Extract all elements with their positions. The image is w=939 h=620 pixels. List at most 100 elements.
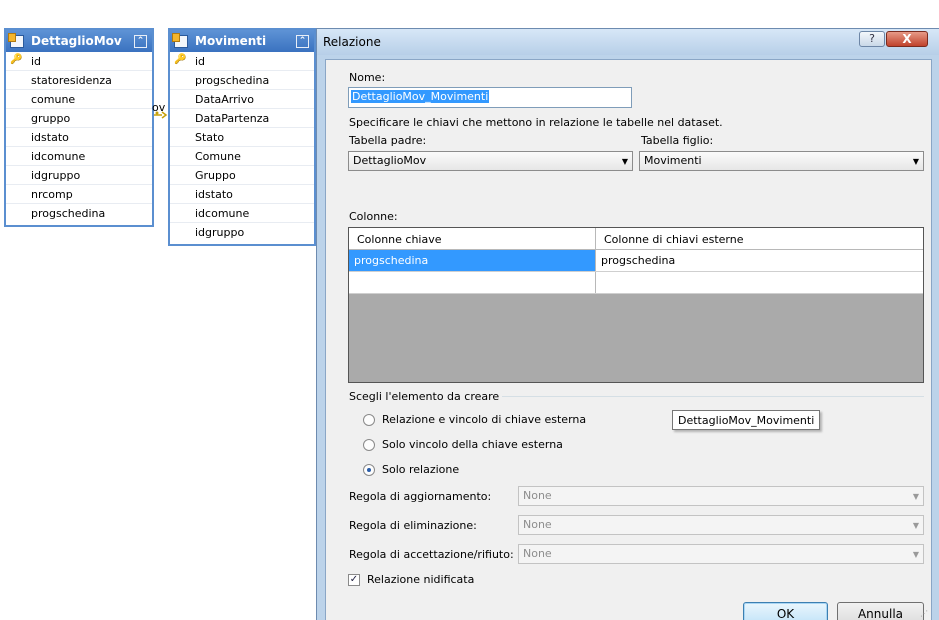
grid-header: Colonne chiave Colonne di chiavi esterne — [349, 228, 923, 250]
relation-key-icon[interactable] — [154, 111, 168, 120]
table-dettagliomov-header[interactable]: DettaglioMov ⌃ — [6, 30, 152, 52]
grid-row[interactable] — [349, 272, 923, 294]
option-constraint-only-label[interactable]: Solo vincolo della chiave esterna — [382, 438, 563, 451]
table-field-row[interactable]: nrcomp — [6, 185, 152, 204]
delete-rule-label: Regola di eliminazione: — [349, 519, 477, 532]
dialog-title: Relazione — [323, 35, 381, 49]
table-field-row[interactable]: Stato — [170, 128, 314, 147]
name-field-value: DettaglioMov_Movimenti — [351, 90, 490, 103]
name-field[interactable]: DettaglioMov_Movimenti — [348, 87, 632, 108]
option-constraint-only-radio[interactable] — [363, 439, 375, 451]
columns-grid[interactable]: Colonne chiave Colonne di chiavi esterne… — [348, 227, 924, 383]
field-name: id — [31, 54, 42, 68]
table-field-row[interactable]: progschedina — [6, 204, 152, 223]
child-table-label: Tabella figlio: — [641, 134, 714, 147]
table-field-row[interactable]: idcomune — [170, 204, 314, 223]
nested-relation-checkbox[interactable]: ✓ — [348, 574, 360, 586]
description-text: Specificare le chiavi che mettono in rel… — [349, 116, 723, 129]
relation-dialog: Relazione ? X Nome: DettaglioMov_Movimen… — [316, 28, 939, 620]
field-name: statoresidenza — [31, 73, 112, 87]
option-relation-and-constraint-label[interactable]: Relazione e vincolo di chiave esterna — [382, 413, 586, 426]
field-name: idgruppo — [195, 226, 245, 239]
field-name: idgruppo — [31, 168, 81, 182]
field-name: DataPartenza — [195, 111, 270, 125]
grid-row[interactable]: progschedina progschedina — [349, 250, 923, 272]
grid-header-foreign-columns: Colonne di chiavi esterne — [604, 233, 744, 246]
field-name: idcomune — [195, 206, 250, 220]
collapse-icon[interactable]: ⌃ — [296, 34, 309, 48]
option-relation-only-radio[interactable] — [363, 464, 375, 476]
table-dettagliomov[interactable]: DettaglioMov ⌃ 🔑 id statoresidenza comune gr… — [4, 28, 154, 227]
chevron-down-icon: ▼ — [912, 157, 919, 166]
table-field-row[interactable]: Gruppo — [170, 166, 314, 185]
table-field-row[interactable]: 🔑 id — [6, 52, 152, 71]
field-name: progschedina — [31, 207, 106, 220]
table-field-row[interactable]: statoresidenza — [6, 71, 152, 90]
nested-relation-label[interactable]: Relazione nidificata — [367, 573, 474, 586]
table-field-row[interactable]: comune — [6, 90, 152, 109]
close-button[interactable]: X — [886, 31, 928, 47]
table-field-row[interactable]: idstato — [170, 185, 314, 204]
option-relation-and-constraint-radio[interactable] — [363, 414, 375, 426]
table-movimenti[interactable]: Movimenti ⌃ 🔑 id progschedina DataArrivo Dat… — [168, 28, 316, 246]
field-name: id — [195, 54, 206, 68]
table-icon — [8, 32, 24, 48]
table-field-row[interactable]: Comune — [170, 147, 314, 166]
name-label: Nome: — [349, 71, 386, 84]
chevron-down-icon: ▼ — [912, 521, 919, 530]
table-icon — [172, 32, 188, 48]
parent-table-label: Tabella padre: — [349, 134, 427, 147]
grid-cell-key-column[interactable]: progschedina — [349, 250, 596, 271]
table-field-row[interactable]: progschedina — [170, 71, 314, 90]
field-name: comune — [31, 92, 76, 106]
delete-rule-select[interactable]: None ▼ — [518, 515, 924, 535]
accept-rule-select[interactable]: None ▼ — [518, 544, 924, 564]
grid-cell-key-column[interactable] — [349, 272, 596, 293]
parent-table-value: DettaglioMov — [353, 154, 427, 167]
accept-rule-value: None — [523, 547, 552, 560]
primary-key-icon: 🔑 — [174, 54, 187, 65]
table-field-row[interactable]: idgruppo — [170, 223, 314, 242]
field-name: idcomune — [31, 149, 86, 163]
grid-cell-foreign-column[interactable] — [596, 272, 923, 293]
dialog-titlebar[interactable]: Relazione ? X — [317, 29, 939, 55]
update-rule-value: None — [523, 489, 552, 502]
collapse-icon[interactable]: ⌃ — [134, 34, 147, 48]
field-name: idstato — [195, 187, 233, 201]
parent-table-select[interactable]: DettaglioMov ▼ — [348, 151, 633, 171]
field-name: idstato — [31, 130, 69, 144]
grid-header-key-columns: Colonne chiave — [349, 228, 596, 249]
create-group-label: Scegli l'elemento da creare — [349, 390, 500, 403]
group-divider — [502, 396, 924, 397]
help-button[interactable]: ? — [859, 31, 885, 47]
table-field-row[interactable]: gruppo — [6, 109, 152, 128]
option-relation-only-label[interactable]: Solo relazione — [382, 463, 459, 476]
update-rule-select[interactable]: None ▼ — [518, 486, 924, 506]
field-name: Comune — [195, 149, 241, 163]
table-field-list: 🔑 id statoresidenza comune gruppo idstato idco… — [6, 52, 152, 223]
field-name: nrcomp — [31, 187, 73, 201]
child-table-select[interactable]: Movimenti ▼ — [639, 151, 924, 171]
columns-label: Colonne: — [349, 210, 398, 223]
table-title: DettaglioMov — [31, 34, 122, 48]
table-field-row[interactable]: idgruppo — [6, 166, 152, 185]
table-field-row[interactable]: DataArrivo — [170, 90, 314, 109]
chevron-down-icon: ▼ — [912, 492, 919, 501]
table-field-list: 🔑 id progschedina DataArrivo DataPartenza Sta… — [170, 52, 314, 242]
cancel-button[interactable]: Annulla — [837, 602, 924, 620]
table-field-row[interactable]: 🔑 id — [170, 52, 314, 71]
name-tooltip: DettaglioMov_Movimenti — [672, 410, 820, 430]
field-name: DataArrivo — [195, 92, 254, 106]
ok-button[interactable]: OK — [743, 602, 828, 620]
child-table-value: Movimenti — [644, 154, 702, 167]
table-field-row[interactable]: DataPartenza — [170, 109, 314, 128]
table-field-row[interactable]: idstato — [6, 128, 152, 147]
table-field-row[interactable]: idcomune — [6, 147, 152, 166]
table-movimenti-header[interactable]: Movimenti ⌃ — [170, 30, 314, 52]
accept-rule-label: Regola di accettazione/rifiuto: — [349, 548, 514, 561]
chevron-down-icon: ▼ — [621, 157, 628, 166]
grid-cell-foreign-column[interactable]: progschedina — [596, 250, 923, 271]
field-name: Stato — [195, 130, 225, 144]
resize-grip-icon[interactable]: ⋰ — [920, 609, 928, 618]
delete-rule-value: None — [523, 518, 552, 531]
